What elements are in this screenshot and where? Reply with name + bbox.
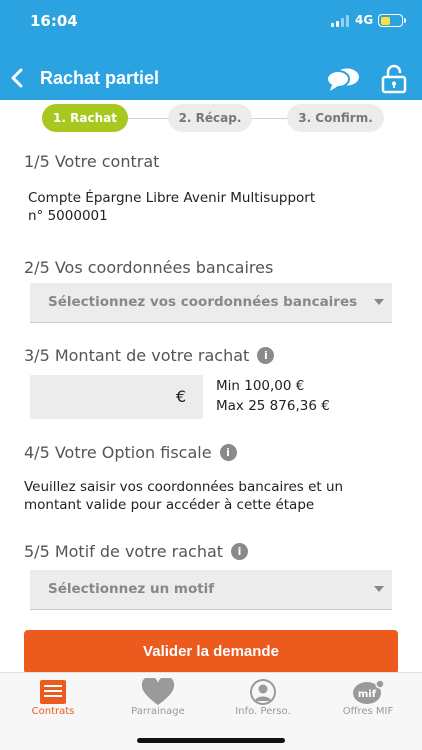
signal-icon <box>331 15 349 27</box>
mif-badge-text: mif <box>358 689 377 700</box>
amount-section-title: 3/5 Montant de votre rachat i <box>24 346 275 365</box>
step-rachat: 1. Rachat <box>42 104 128 132</box>
step-connector <box>128 118 168 119</box>
validate-request-button[interactable]: Valider la demande <box>24 630 398 674</box>
tab-offres-mif[interactable]: mif Offres MIF <box>318 673 418 723</box>
network-label: 4G <box>355 13 374 27</box>
info-icon[interactable]: i <box>257 347 275 364</box>
bank-section-title: 2/5 Vos coordonnées bancaires <box>24 258 274 277</box>
status-time: 16:04 <box>30 12 78 30</box>
chat-bubbles-icon[interactable] <box>325 66 361 92</box>
status-bar: 16:04 4G <box>0 0 422 44</box>
bank-select-placeholder: Sélectionnez vos coordonnées bancaires <box>48 294 358 310</box>
profile-icon <box>250 679 276 705</box>
tax-message-line1: Veuillez saisir vos coordonnées bancaire… <box>24 479 344 495</box>
amount-max: Max 25 876,36 € <box>216 398 330 414</box>
amount-section-label: 3/5 Montant de votre rachat <box>24 346 250 365</box>
tab-parrainage-label: Parrainage <box>131 706 185 717</box>
stepper: 1. Rachat 2. Récap. 3. Confirm. <box>0 104 422 132</box>
currency-label: € <box>176 387 187 406</box>
step-connector <box>252 118 287 119</box>
tax-section-title: 4/5 Votre Option fiscale i <box>24 443 237 462</box>
contract-section-title: 1/5 Votre contrat <box>24 152 160 171</box>
lock-icon[interactable] <box>380 64 408 94</box>
heart-icon <box>141 678 175 705</box>
step-confirm: 3. Confirm. <box>287 104 384 132</box>
tab-info-perso[interactable]: Info. Perso. <box>213 673 313 723</box>
tax-message-line2: montant valide pour accéder à cette étap… <box>24 497 315 513</box>
page-title: Rachat partiel <box>40 68 160 88</box>
tab-offres-mif-label: Offres MIF <box>342 706 394 717</box>
mif-offers-icon: mif <box>353 679 385 704</box>
chevron-down-icon <box>374 586 384 592</box>
contract-number: n° 5000001 <box>28 208 108 224</box>
battery-icon <box>378 14 406 27</box>
app-header: 16:04 4G Rachat partiel <box>0 0 422 100</box>
tab-info-perso-label: Info. Perso. <box>235 706 291 717</box>
info-icon[interactable]: i <box>231 543 249 560</box>
tab-parrainage[interactable]: Parrainage <box>108 673 208 723</box>
reason-section-label: 5/5 Motif de votre rachat <box>24 542 224 561</box>
tax-section-label: 4/5 Votre Option fiscale <box>24 443 212 462</box>
bank-details-select[interactable]: Sélectionnez vos coordonnées bancaires <box>30 283 392 323</box>
reason-select[interactable]: Sélectionnez un motif <box>30 570 392 610</box>
chevron-left-icon[interactable] <box>10 68 24 88</box>
tab-contrats-label: Contrats <box>31 706 75 717</box>
amount-min: Min 100,00 € <box>216 378 305 394</box>
reason-select-placeholder: Sélectionnez un motif <box>48 581 215 597</box>
tab-contrats[interactable]: Contrats <box>3 673 103 723</box>
contract-icon <box>40 680 66 704</box>
step-recap: 2. Récap. <box>168 104 252 132</box>
home-indicator <box>137 738 285 743</box>
contract-name: Compte Épargne Libre Avenir Multisupport <box>28 190 316 206</box>
reason-section-title: 5/5 Motif de votre rachat i <box>24 542 249 561</box>
chevron-down-icon <box>374 299 384 305</box>
info-icon[interactable]: i <box>219 444 237 461</box>
